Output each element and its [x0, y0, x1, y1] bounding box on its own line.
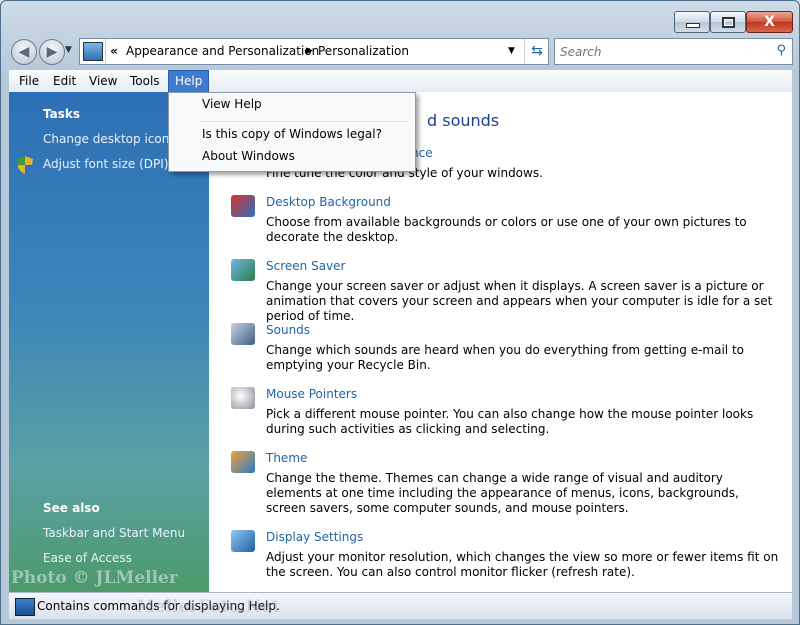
menu-edit[interactable]: Edit [47, 70, 82, 92]
screen-saver-description: Change your screen saver or adjust when … [266, 279, 773, 323]
display-settings-icon [231, 530, 255, 552]
maximize-button[interactable] [710, 11, 746, 33]
forward-button[interactable]: ▶ [39, 39, 65, 65]
tasks-heading: Tasks [43, 107, 81, 121]
breadcrumb-chevron-icon[interactable]: ▶ [306, 46, 313, 56]
watermark-photo-credit: Photo © JLMeller [11, 568, 178, 588]
minimize-button[interactable] [674, 11, 710, 33]
menu-tools[interactable]: Tools [124, 70, 166, 92]
mouse-pointers-description: Pick a different mouse pointer. You can … [266, 407, 754, 436]
back-arrow-icon: ◀ [18, 44, 30, 60]
search-box[interactable]: ⚲ [554, 38, 793, 65]
menu-separator [199, 121, 409, 122]
close-icon: X [764, 14, 775, 30]
window: X ◀ ▶ ▼ « Appearance and Personalization… [0, 0, 800, 625]
breadcrumb-appearance[interactable]: Appearance and Personalization [126, 44, 319, 58]
theme-description: Change the theme. Themes can change a wi… [266, 471, 739, 515]
see-also-heading: See also [43, 501, 100, 515]
recent-pages-dropdown-icon[interactable]: ▼ [65, 45, 72, 55]
control-panel-icon [83, 42, 103, 61]
screen-saver-icon [231, 259, 255, 281]
control-panel-status-icon [15, 598, 35, 616]
menu-help[interactable]: Help [168, 70, 210, 94]
address-bar[interactable]: « Appearance and Personalization ▶ Perso… [79, 38, 549, 65]
link-display-settings[interactable]: Display Settings [266, 530, 363, 544]
breadcrumb-personalization[interactable]: Personalization [318, 44, 409, 58]
sounds-icon [231, 323, 255, 345]
menu-bar: File Edit View Tools Help [9, 70, 792, 94]
status-bar: Contains commands for displaying Help. [9, 592, 792, 619]
display-settings-description: Adjust your monitor resolution, which ch… [266, 550, 779, 579]
breadcrumb-overflow-button[interactable]: « [105, 39, 122, 64]
task-change-desktop-icons[interactable]: Change desktop icons [43, 132, 176, 146]
task-adjust-font-size[interactable]: Adjust font size (DPI) [43, 157, 168, 171]
menu-view[interactable]: View [83, 70, 123, 92]
page-title: d sounds [427, 111, 500, 130]
help-dropdown-menu: View Help Is this copy of Windows legal?… [168, 92, 416, 172]
menu-item-view-help[interactable]: View Help [202, 97, 262, 111]
uac-shield-icon [17, 156, 33, 174]
menu-item-windows-legal[interactable]: Is this copy of Windows legal? [202, 127, 382, 141]
minimize-icon [686, 23, 700, 28]
see-also-ease-of-access[interactable]: Ease of Access [43, 551, 132, 565]
search-input[interactable] [560, 45, 760, 59]
mouse-pointer-icon [231, 387, 255, 409]
watermark-site: MellerFoto.Net [136, 597, 280, 617]
menu-item-about-windows[interactable]: About Windows [202, 149, 295, 163]
see-also-taskbar[interactable]: Taskbar and Start Menu [43, 526, 185, 540]
link-mouse-pointers[interactable]: Mouse Pointers [266, 387, 357, 401]
search-icon[interactable]: ⚲ [776, 43, 786, 58]
refresh-button[interactable]: ⇆ [524, 39, 549, 64]
close-button[interactable]: X [746, 11, 793, 33]
desktop-background-icon [231, 195, 255, 217]
sounds-description: Change which sounds are heard when you d… [266, 343, 744, 372]
theme-icon [231, 451, 255, 473]
forward-arrow-icon: ▶ [46, 44, 58, 60]
maximize-icon [722, 17, 735, 28]
back-button[interactable]: ◀ [11, 39, 37, 65]
menu-file[interactable]: File [13, 70, 45, 92]
desktop-background-description: Choose from available backgrounds or col… [266, 215, 747, 244]
link-theme[interactable]: Theme [266, 451, 307, 465]
refresh-icon: ⇆ [531, 43, 543, 59]
link-desktop-background[interactable]: Desktop Background [266, 195, 391, 209]
link-sounds[interactable]: Sounds [266, 323, 310, 337]
link-screen-saver[interactable]: Screen Saver [266, 259, 345, 273]
address-dropdown-icon[interactable]: ▼ [508, 46, 515, 56]
